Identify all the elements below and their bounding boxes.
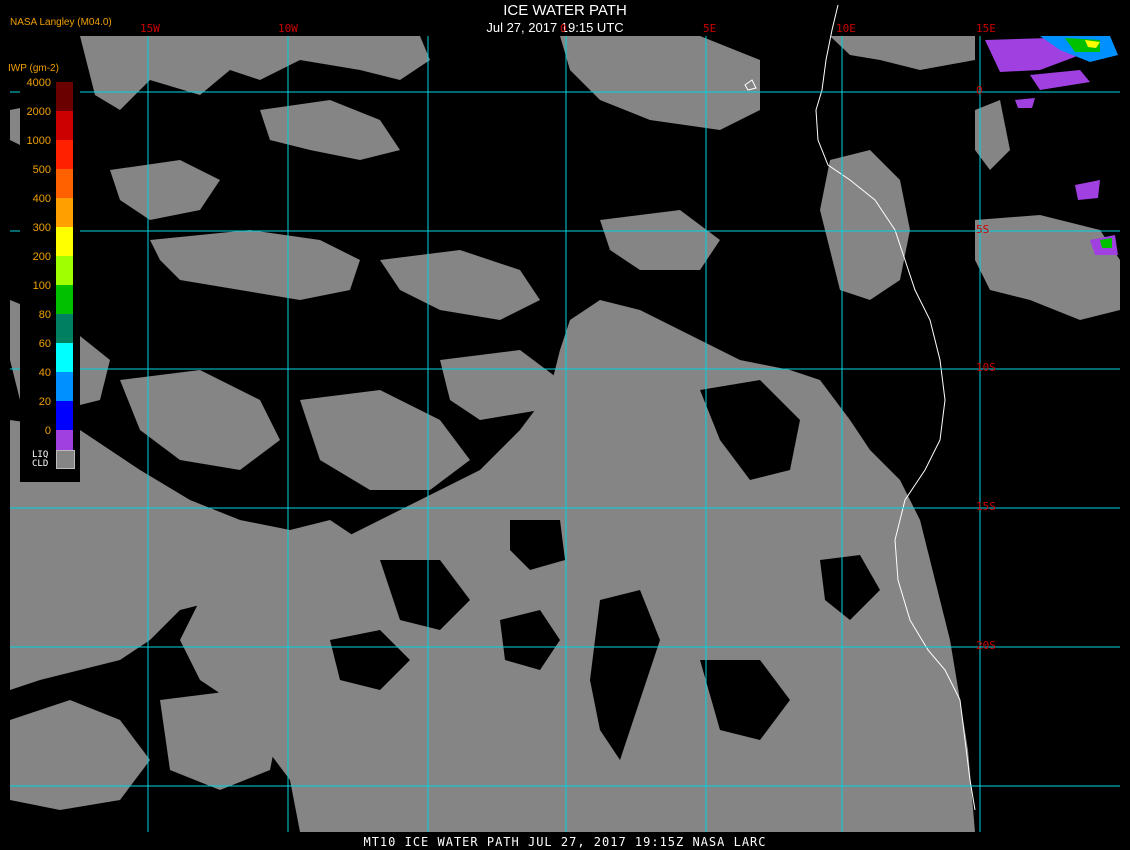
color-legend: IWP (gm-2) 4000 2000 1000 500 400 300 200 100 80… — [8, 60, 80, 482]
longitude-label-10w: 10W — [278, 22, 298, 35]
legend-title: IWP (gm-2) — [8, 63, 59, 74]
map-title: ICE WATER PATH — [503, 2, 627, 19]
map-canvas — [0, 0, 1130, 850]
legend-swatch — [56, 82, 73, 111]
legend-tick-label: 0 — [44, 425, 51, 437]
legend-swatch — [56, 169, 73, 198]
legend-swatch — [56, 401, 73, 430]
latitude-label-0: 0 — [976, 84, 983, 97]
producer-label: NASA Langley (M04.0) — [10, 17, 112, 28]
legend-tick-label: 4000 — [26, 77, 51, 89]
satellite-image: ICE WATER PATH Jul 27, 2017 19:15 UTC NA… — [0, 0, 1130, 850]
longitude-label-0: 0 — [560, 22, 567, 35]
legend-tick-label: 1000 — [26, 135, 51, 147]
longitude-label-5e: 5E — [703, 22, 717, 35]
legend-tick-label: 200 — [32, 251, 51, 263]
legend-swatch — [56, 111, 73, 140]
legend-swatch — [56, 140, 73, 169]
latitude-label-5s: 5S — [976, 223, 990, 236]
latitude-label-20s: 20S — [976, 639, 996, 652]
legend-tick-label: 60 — [38, 338, 51, 350]
legend-swatch — [56, 372, 73, 401]
legend-tick-label: 2000 — [26, 106, 51, 118]
legend-tick-label: 40 — [38, 367, 51, 379]
latitude-label-10s: 10S — [976, 361, 996, 374]
footer-caption: MT10 ICE WATER PATH JUL 27, 2017 19:15Z … — [363, 835, 767, 849]
legend-swatch — [56, 314, 73, 343]
legend-swatch — [56, 285, 73, 314]
legend-swatch — [56, 198, 73, 227]
legend-tick-label: 80 — [38, 309, 51, 321]
legend-swatch — [56, 227, 73, 256]
legend-tick-label: 20 — [38, 396, 51, 408]
liquid-cloud-swatch — [56, 450, 75, 469]
longitude-label-10e: 10E — [836, 22, 856, 35]
liquid-cloud-label-bottom: CLD — [32, 459, 49, 469]
legend-tick-label: 500 — [32, 164, 51, 176]
latitude-label-15s: 15S — [976, 500, 996, 513]
legend-tick-label: 400 — [32, 193, 51, 205]
longitude-label-15e: 15E — [976, 22, 996, 35]
legend-tick-label: 100 — [32, 280, 51, 292]
legend-tick-label: 300 — [32, 222, 51, 234]
longitude-label-15w: 15W — [140, 22, 160, 35]
legend-swatch — [56, 256, 73, 285]
legend-swatch — [56, 343, 73, 372]
